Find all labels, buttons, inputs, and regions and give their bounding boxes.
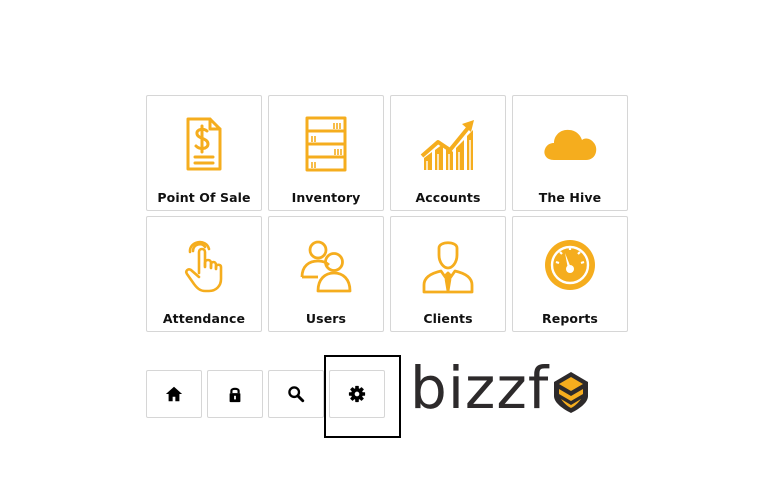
tile-label: Point Of Sale <box>157 190 251 205</box>
cloud-icon <box>540 114 600 174</box>
shelves-icon <box>296 114 356 174</box>
receipt-dollar-icon <box>174 114 234 174</box>
tile-the-hive[interactable]: The Hive <box>512 95 628 211</box>
client-icon <box>418 235 478 295</box>
hand-touch-icon <box>174 235 234 295</box>
tile-clients[interactable]: Clients <box>390 216 506 332</box>
tile-reports[interactable]: Reports <box>512 216 628 332</box>
tile-inventory[interactable]: Inventory <box>268 95 384 211</box>
settings-button[interactable] <box>329 370 385 418</box>
tile-label: Inventory <box>291 190 361 205</box>
users-icon <box>296 235 356 295</box>
lock-icon <box>226 385 244 403</box>
tile-label: Accounts <box>415 190 481 205</box>
home-icon <box>165 385 183 403</box>
search-button[interactable] <box>268 370 324 418</box>
growth-chart-icon <box>418 114 478 174</box>
home-button[interactable] <box>146 370 202 418</box>
tile-users[interactable]: Users <box>268 216 384 332</box>
search-icon <box>287 385 305 403</box>
tile-point-of-sale[interactable]: Point Of Sale <box>146 95 262 211</box>
tile-label: Attendance <box>162 311 246 326</box>
logo-text: bizzf <box>410 354 550 422</box>
tile-accounts[interactable]: Accounts <box>390 95 506 211</box>
bee-hive-icon <box>551 370 591 414</box>
bizzfo-logo: bizzf <box>410 356 620 426</box>
tile-label: Users <box>305 311 347 326</box>
gear-icon <box>348 385 366 403</box>
tile-label: Clients <box>423 311 473 326</box>
tile-attendance[interactable]: Attendance <box>146 216 262 332</box>
tile-label: Reports <box>542 311 598 326</box>
tile-label: The Hive <box>538 190 602 205</box>
lock-button[interactable] <box>207 370 263 418</box>
gauge-icon <box>540 235 600 295</box>
